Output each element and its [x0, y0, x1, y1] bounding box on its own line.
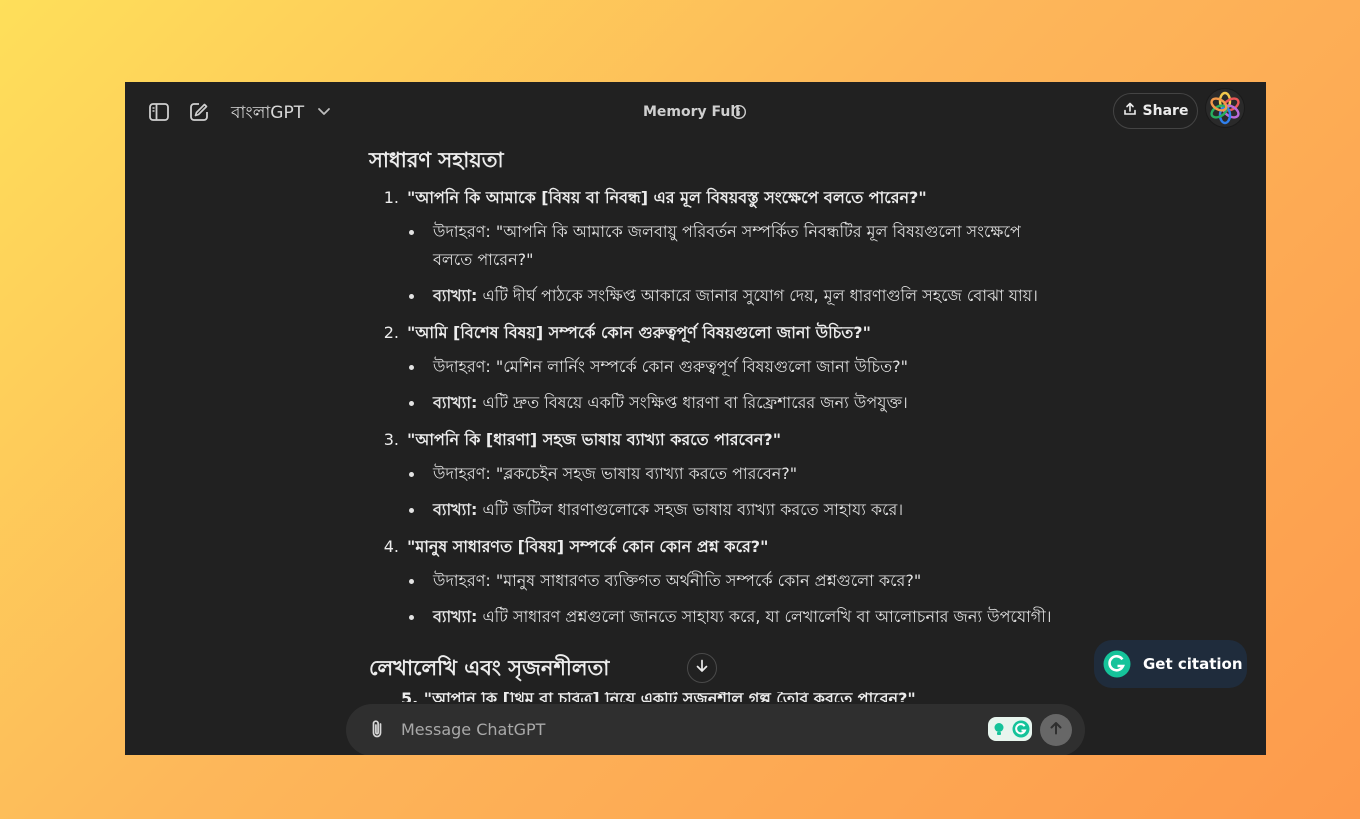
grammarly-icon	[1012, 720, 1029, 738]
question-text: "মানুষ সাধারণত [বিষয়] সম্পর্কে কোন কোন …	[407, 537, 769, 556]
avatar[interactable]	[1205, 88, 1245, 128]
send-button[interactable]	[1040, 714, 1072, 746]
model-selector[interactable]: বাংলাGPT	[231, 100, 304, 128]
question-text: "আপনি কি আমাকে [বিষয় বা নিবন্ধ] এর মূল …	[407, 188, 927, 207]
explanation-text: এটি জটিল ধারণাগুলোকে সহজ ভাষায় ব্যাখ্যা…	[482, 500, 904, 519]
example-label: উদাহরণ:	[433, 571, 491, 590]
list-number: 3.	[383, 430, 399, 449]
share-icon	[1123, 102, 1137, 120]
explanation-text: এটি দীর্ঘ পাঠকে সংক্ষিপ্ত আকারে জানার সু…	[482, 286, 1038, 305]
question-text: "আমি [বিশেষ বিষয়] সম্পর্কে কোন গুরুত্বপ…	[407, 323, 871, 342]
example-label: উদাহরণ:	[433, 222, 491, 241]
get-citation-button[interactable]: Get citation	[1094, 640, 1247, 688]
bullet-example: উদাহরণ: "আপনি কি আমাকে জলবায়ু পরিবর্তন …	[409, 218, 1059, 274]
scroll-down-button[interactable]	[687, 653, 717, 683]
info-icon[interactable]	[731, 104, 747, 120]
question-text: "আপনি কি [ধারণা] সহজ ভাষায় ব্যাখ্যা করত…	[407, 430, 782, 449]
list-item-question: 4. "মানুষ সাধারণত [বিষয়] সম্পর্কে কোন কো…	[369, 534, 769, 561]
example-text: "মানুষ সাধারণত ব্যক্তিগত অর্থনীতি সম্পর্…	[495, 571, 922, 590]
example-text: "ব্লকচেইন সহজ ভাষায় ব্যাখ্যা করতে পারবে…	[495, 464, 798, 483]
bullet-explanation: ব্যাখ্যা: এটি দীর্ঘ পাঠকে সংক্ষিপ্ত আকার…	[409, 282, 1059, 310]
explanation-label: ব্যাখ্যা:	[433, 500, 478, 519]
list-number: 1.	[383, 188, 399, 207]
example-label: উদাহরণ:	[433, 464, 491, 483]
sidebar-toggle-icon[interactable]	[147, 100, 171, 124]
grammarly-icon	[1103, 650, 1131, 678]
chevron-down-icon[interactable]	[315, 102, 333, 120]
bullet-explanation: ব্যাখ্যা: এটি সাধারণ প্রশ্নগুলো জানতে সা…	[409, 603, 1059, 631]
explanation-text: এটি দ্রুত বিষয়ে একটি সংক্ষিপ্ত ধারণা বা…	[482, 393, 908, 412]
explanation-label: ব্যাখ্যা:	[433, 393, 478, 412]
share-button[interactable]: Share	[1113, 93, 1198, 129]
explanation-label: ব্যাখ্যা:	[433, 607, 478, 626]
list-number: 4.	[383, 537, 399, 556]
new-chat-icon[interactable]	[187, 100, 211, 124]
memory-status: Memory Full	[643, 104, 740, 120]
share-label: Share	[1142, 103, 1189, 119]
bullet-example: উদাহরণ: "মেশিন লার্নিং সম্পর্কে কোন গুরু…	[409, 353, 1059, 381]
explanation-text: এটি সাধারণ প্রশ্নগুলো জানতে সাহায্য করে,…	[482, 607, 1052, 626]
list-item-question: 3. "আপনি কি [ধারণা] সহজ ভাষায় ব্যাখ্যা ক…	[369, 427, 781, 454]
top-bar: বাংলাGPT Memory Full Share	[125, 82, 1266, 142]
section-heading: লেখালেখি এবং সৃজনশীলতা	[369, 656, 610, 680]
arrow-down-icon	[694, 658, 710, 678]
bullet-example: উদাহরণ: "মানুষ সাধারণত ব্যক্তিগত অর্থনীত…	[409, 567, 1059, 595]
example-text: "আপনি কি আমাকে জলবায়ু পরিবর্তন সম্পর্কি…	[433, 222, 1021, 269]
section-heading: সাধারণ সহায়তা	[369, 148, 504, 172]
grammarly-badge[interactable]	[988, 717, 1032, 741]
example-label: উদাহরণ:	[433, 357, 491, 376]
get-citation-label: Get citation	[1143, 655, 1243, 673]
list-item-question: 2. "আমি [বিশেষ বিষয়] সম্পর্কে কোন গুরুত্…	[369, 320, 871, 347]
list-item-question: 1. "আপনি কি আমাকে [বিষয় বা নিবন্ধ] এর মূ…	[369, 185, 927, 212]
arrow-up-icon	[1048, 720, 1064, 740]
example-text: "মেশিন লার্নিং সম্পর্কে কোন গুরুত্বপূর্ণ…	[495, 357, 908, 376]
lightbulb-icon	[994, 723, 1003, 735]
explanation-label: ব্যাখ্যা:	[433, 286, 478, 305]
partial-list-item: 5. "আপনি কি [থিম বা চরিত্র] নিয়ে একটি স…	[401, 692, 916, 702]
message-composer: Message ChatGPT	[346, 704, 1085, 755]
bullet-explanation: ব্যাখ্যা: এটি জটিল ধারণাগুলোকে সহজ ভাষায…	[409, 496, 1059, 524]
bullet-example: উদাহরণ: "ব্লকচেইন সহজ ভাষায় ব্যাখ্যা কর…	[409, 460, 1059, 488]
message-input[interactable]: Message ChatGPT	[401, 720, 545, 739]
paperclip-icon[interactable]	[366, 718, 388, 740]
chat-window: বাংলাGPT Memory Full Share সাধারণ সহায়ত…	[125, 82, 1266, 755]
list-number: 2.	[383, 323, 399, 342]
bullet-explanation: ব্যাখ্যা: এটি দ্রুত বিষয়ে একটি সংক্ষিপ্…	[409, 389, 1059, 417]
